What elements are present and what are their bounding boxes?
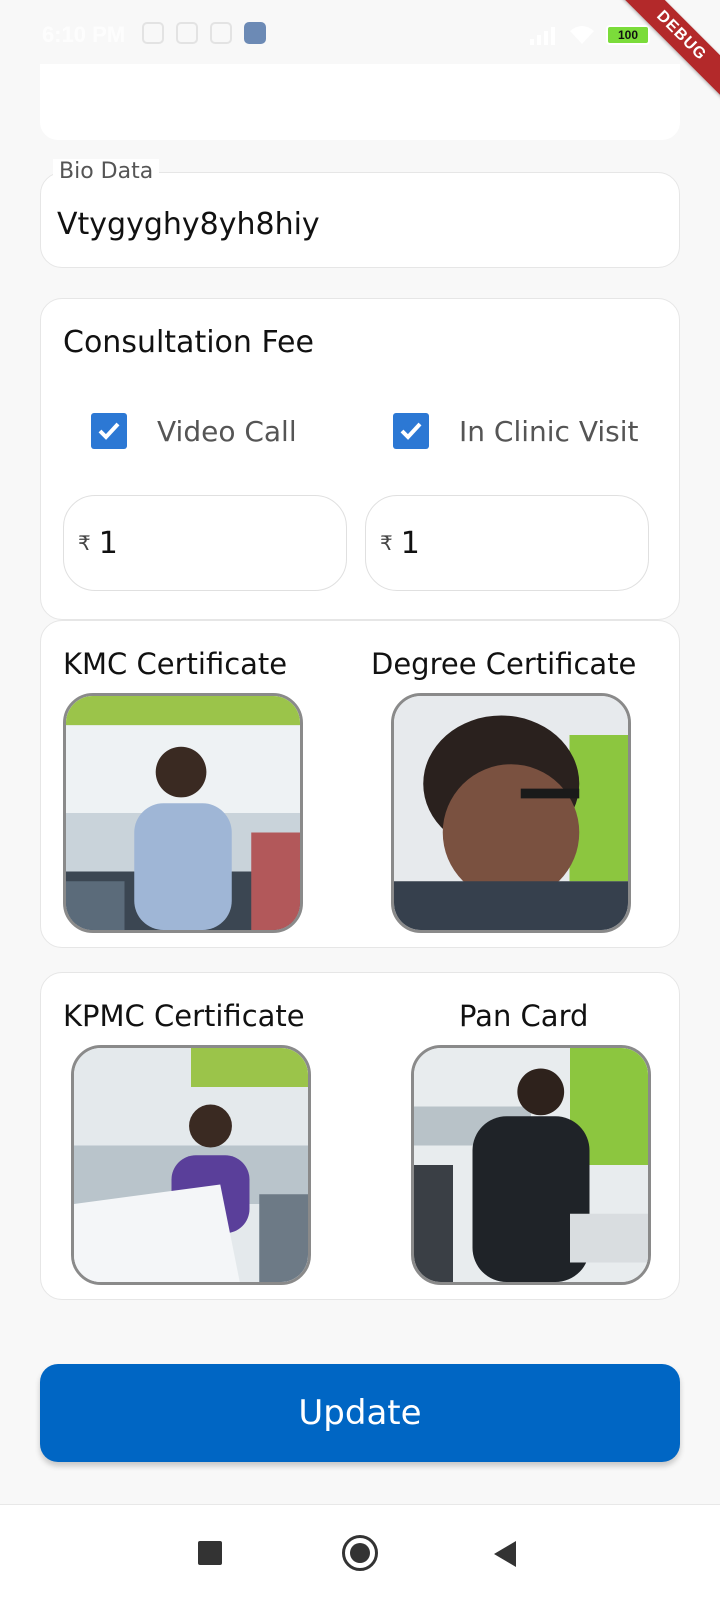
navigation-bar	[0, 1504, 720, 1600]
kpmc-certificate-image[interactable]	[71, 1045, 311, 1285]
recents-icon[interactable]	[198, 1541, 222, 1565]
notification-icons	[142, 22, 266, 44]
signal-icon	[530, 27, 555, 45]
settings-icon	[142, 22, 164, 44]
photo-kmc	[66, 696, 300, 930]
whatsapp-icon	[210, 22, 232, 44]
battery-icon: 100	[606, 25, 650, 45]
kpmc-certificate-title: KPMC Certificate	[63, 999, 305, 1033]
degree-certificate-title: Degree Certificate	[371, 647, 637, 681]
photo-kpmc	[74, 1048, 308, 1282]
kmc-certificate-title: KMC Certificate	[63, 647, 288, 681]
app-notification-icon	[244, 22, 266, 44]
certificates-card-1: KMC Certificate Degree Certificate	[40, 620, 680, 948]
message-icon	[176, 22, 198, 44]
photo-pan	[414, 1048, 648, 1282]
video-call-fee-value: 1	[98, 525, 118, 561]
home-icon[interactable]	[342, 1535, 378, 1571]
consultation-fee-title: Consultation Fee	[63, 325, 314, 360]
wifi-icon	[570, 26, 594, 44]
system-icons: 100	[530, 24, 650, 46]
degree-certificate-image[interactable]	[391, 693, 631, 933]
video-call-label: Video Call	[157, 414, 297, 448]
consultation-fee-card: Consultation Fee Video Call In Clinic Vi…	[40, 298, 680, 620]
check-icon	[98, 422, 120, 440]
video-call-option[interactable]: Video Call	[91, 413, 297, 449]
certificates-card-2: KPMC Certificate Pan Card	[40, 972, 680, 1300]
kmc-certificate-image[interactable]	[63, 693, 303, 933]
bio-data-field[interactable]: Bio Data Vtygyghy8yh8hiy	[40, 159, 680, 268]
previous-field-card	[40, 64, 680, 140]
bio-data-value: Vtygyghy8yh8hiy	[57, 207, 320, 242]
status-time: 6:10 PM	[42, 22, 126, 47]
rupee-icon: ₹	[380, 531, 393, 555]
bio-data-label: Bio Data	[53, 159, 160, 184]
battery-level: 100	[617, 28, 639, 42]
in-clinic-fee-input[interactable]: ₹ 1	[365, 495, 649, 591]
in-clinic-fee-value: 1	[400, 525, 420, 561]
status-bar: 6:10 PM 100	[0, 0, 720, 70]
video-call-checkbox[interactable]	[91, 413, 127, 449]
in-clinic-checkbox[interactable]	[393, 413, 429, 449]
update-button[interactable]: Update	[40, 1364, 680, 1462]
pan-card-image[interactable]	[411, 1045, 651, 1285]
photo-degree	[394, 696, 628, 930]
in-clinic-label: In Clinic Visit	[459, 414, 639, 448]
check-icon	[400, 422, 422, 440]
back-icon[interactable]	[494, 1541, 516, 1567]
video-call-fee-input[interactable]: ₹ 1	[63, 495, 347, 591]
pan-card-title: Pan Card	[459, 999, 589, 1033]
rupee-icon: ₹	[78, 531, 91, 555]
in-clinic-option[interactable]: In Clinic Visit	[393, 413, 639, 449]
